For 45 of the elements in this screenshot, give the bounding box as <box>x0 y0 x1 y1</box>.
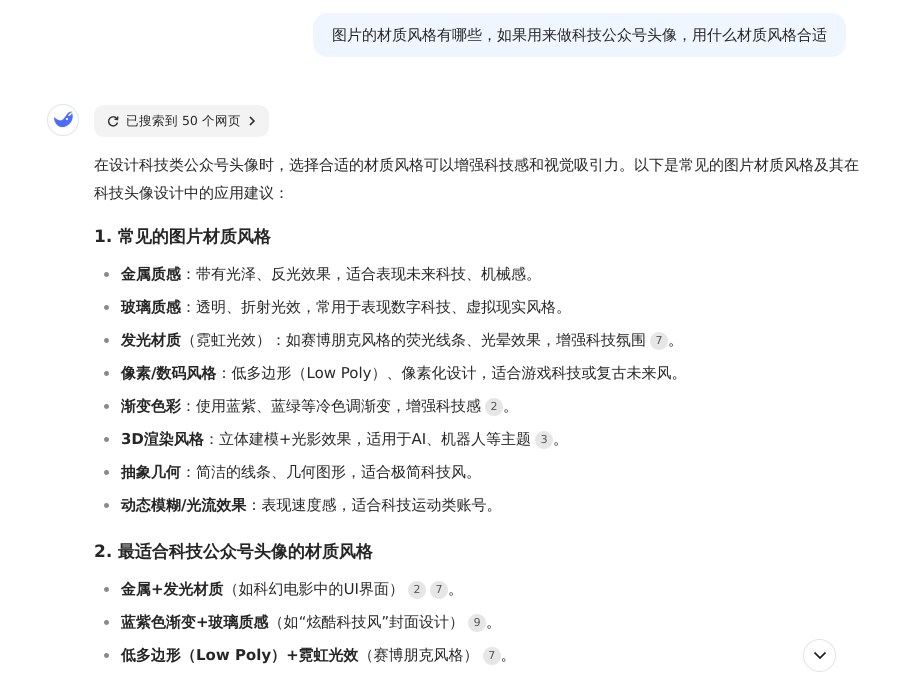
list-item-text: 金属+发光材质（如科幻电影中的UI界面） <box>121 580 404 599</box>
bullet-icon <box>104 305 109 310</box>
chevron-right-icon <box>248 116 256 126</box>
bullet-icon <box>104 653 109 658</box>
list-item-text: 发光材质（霓虹光效）：如赛博朋克风格的荧光线条、光晕效果，增强科技氛围 <box>121 331 646 350</box>
citation-badge[interactable]: 7 <box>430 580 448 598</box>
citation-badge[interactable]: 3 <box>535 430 554 448</box>
bullet-icon <box>104 587 109 592</box>
list-item-text: 玻璃质感：透明、折射光效，常用于表现数字科技、虚拟现实风格。 <box>121 298 571 317</box>
list-item-text: 动态模糊/光流效果：表现速度感，适合科技运动类账号。 <box>121 496 502 515</box>
punctuation: 。 <box>448 580 463 599</box>
whale-icon <box>52 111 74 129</box>
punctuation: 。 <box>500 646 516 665</box>
list-item-text: 渐变色彩：使用蓝紫、蓝绿等冷色调渐变，增强科技感 <box>121 397 481 416</box>
section-heading: 2. 最适合科技公众号头像的材质风格 <box>94 541 374 563</box>
bullet-icon <box>104 338 109 343</box>
punctuation: 。 <box>503 397 518 416</box>
search-results-button[interactable]: 已搜索到 50 个网页 <box>94 105 269 137</box>
citation-badge[interactable]: 7 <box>650 332 668 350</box>
bullet-icon <box>104 470 109 475</box>
section-heading: 1. 常见的图片材质风格 <box>94 226 272 248</box>
punctuation: 。 <box>668 331 683 350</box>
list-item-text: 低多边形（Low Poly）+霓虹光效（赛博朋克风格） <box>121 646 479 665</box>
bullet-icon <box>104 437 109 442</box>
list-item-text: 金属质感：带有光泽、反光效果，适合表现未来科技、机械感。 <box>121 265 541 284</box>
list-item-text: 像素/数码风格：低多边形（Low Poly）、像素化设计，适合游戏科技或复古未来风。 <box>121 364 687 383</box>
scroll-down-button[interactable] <box>803 639 836 672</box>
citation-badge[interactable]: 7 <box>482 646 501 664</box>
refresh-icon <box>107 115 119 127</box>
bullet-icon <box>104 272 109 277</box>
punctuation: 。 <box>486 613 502 632</box>
bullet-icon <box>104 404 109 409</box>
bullet-icon <box>104 503 109 508</box>
chevron-down-icon <box>812 651 826 660</box>
list-item-text: 抽象几何：简洁的线条、几何图形，适合极简科技风。 <box>121 463 481 482</box>
answer-paragraph: 在设计科技类公众号头像时，选择合适的材质风格可以增强科技感和视觉吸引力。以下是常见的图片材质风格及其在科技头像设计中的应用建议： <box>94 155 860 204</box>
list-item-text: 3D渲染风格：立体建模+光影效果，适用于AI、机器人等主题 <box>121 430 532 449</box>
user-message: 图片的材质风格有哪些，如果用来做科技公众号头像，用什么材质风格合适 <box>313 13 846 57</box>
citation-badge[interactable]: 9 <box>468 614 486 632</box>
bullet-icon <box>104 371 109 376</box>
list-item-text: 蓝紫色渐变+玻璃质感（如“炫酷科技风”封面设计） <box>121 613 464 632</box>
bullet-icon <box>104 620 109 625</box>
citation-badge[interactable]: 2 <box>485 398 503 416</box>
punctuation: 。 <box>553 430 568 449</box>
citation-badge[interactable]: 2 <box>408 580 426 598</box>
